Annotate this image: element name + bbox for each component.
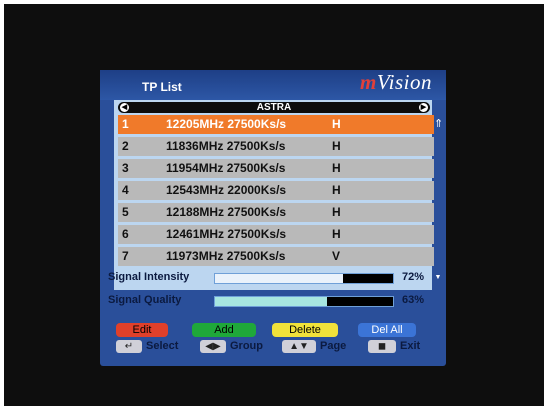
delete-button[interactable]: Delete [272,323,338,337]
add-button[interactable]: Add [192,323,256,337]
transponder-row[interactable]: 5 12188MHz 27500Ks/s H [118,203,434,222]
transponder-row[interactable]: 3 11954MHz 27500Ks/s H [118,159,434,178]
row-frequency: 11973MHz 27500Ks/s [166,249,286,263]
satellite-header: ◀ ASTRA ▶ [118,102,430,113]
transponder-row[interactable]: 7 11973MHz 27500Ks/s V [118,247,434,266]
group-legend: Group [230,340,263,352]
del-all-button[interactable]: Del All [358,323,416,337]
signal-intensity-value: 72% [402,271,425,283]
ok-key-icon: ↵ [116,340,142,353]
row-frequency: 12461MHz 27500Ks/s [166,227,287,241]
signal-quality-bar [214,296,394,307]
exit-legend: Exit [400,340,421,352]
row-frequency: 12205MHz 27500Ks/s [166,117,287,131]
signal-quality-value: 63% [402,294,425,306]
transponder-row[interactable]: 6 12461MHz 27500Ks/s H [118,225,434,244]
exit-key-icon: ◼ [368,340,396,353]
satellite-name: ASTRA [256,102,292,113]
window-title: TP List [142,80,182,94]
row-polarization: H [332,161,341,175]
tp-list-window: TP List mVision ◀ ASTRA ▶ 1 12205MHz 275… [100,70,446,366]
signal-quality-fill [215,297,328,306]
page-legend: Page [320,340,347,352]
transponder-panel: ◀ ASTRA ▶ 1 12205MHz 27500Ks/s H 2 11836… [114,100,443,290]
row-number: 1 [122,117,129,131]
row-polarization: H [332,139,341,153]
signal-intensity-label: Signal Intensity [108,271,190,283]
transponder-list: 1 12205MHz 27500Ks/s H 2 11836MHz 27500K… [118,115,434,269]
signal-intensity-bar [214,273,394,284]
scroll-down-icon[interactable]: ▼ [434,274,442,282]
row-polarization: H [332,227,341,241]
signal-quality-label: Signal Quality [108,294,182,306]
group-key-icon: ◀▶ [200,340,226,353]
row-number: 5 [122,205,129,219]
brand-logo: mVision [360,70,432,94]
row-number: 4 [122,183,129,197]
row-frequency: 12543MHz 22000Ks/s [166,183,287,197]
row-frequency: 12188MHz 27500Ks/s [166,205,287,219]
transponder-row[interactable]: 2 11836MHz 27500Ks/s H [118,137,434,156]
row-polarization: H [332,205,341,219]
page-key-icon: ▲▼ [282,340,316,353]
right-arrow-icon[interactable]: ▶ [419,103,428,112]
row-number: 3 [122,161,129,175]
transponder-row[interactable]: 1 12205MHz 27500Ks/s H [118,115,434,134]
row-polarization: V [332,249,341,263]
row-frequency: 11954MHz 27500Ks/s [166,161,286,175]
row-frequency: 11836MHz 27500Ks/s [166,139,286,153]
left-arrow-icon[interactable]: ◀ [120,103,129,112]
signal-intensity-fill [215,274,344,283]
tv-screen: TP List mVision ◀ ASTRA ▶ 1 12205MHz 275… [4,4,544,406]
select-legend: Select [146,340,179,352]
row-number: 6 [122,227,129,241]
scroll-up-icon[interactable]: ⇑ [434,116,443,132]
row-number: 2 [122,139,129,153]
row-polarization: H [332,117,341,131]
row-number: 7 [122,249,129,263]
edit-button[interactable]: Edit [116,323,168,337]
transponder-row[interactable]: 4 12543MHz 22000Ks/s H [118,181,434,200]
title-bar: TP List mVision [100,70,446,100]
row-polarization: H [332,183,341,197]
